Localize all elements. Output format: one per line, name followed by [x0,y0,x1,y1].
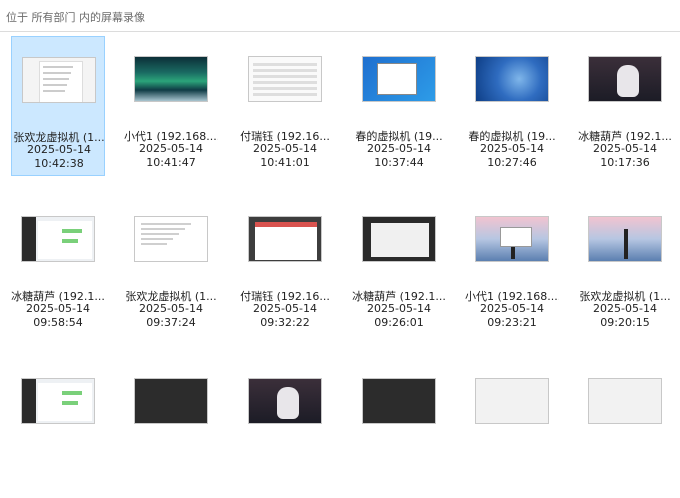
recording-item[interactable]: 付瑞钰 (192.16... 2025-05-14 09:32:22 [238,196,332,336]
video-thumbnail [21,216,95,262]
video-thumbnail [22,57,96,103]
recording-item[interactable]: 冰糖葫芦 (192.1... 2025-05-14 09:26:01 [352,196,446,336]
video-thumbnail [588,216,662,262]
recording-item[interactable]: 春的虚拟机 (19... 2025-05-14 10:37:44 [352,36,446,176]
recording-time: 10:41:47 [146,156,196,169]
recording-item[interactable]: 冰糖葫芦 (192.1... 2025-05-14 10:17:36 [578,36,672,176]
recording-item[interactable]: 张欢龙虚拟机 (1... 2025-05-14 10:42:38 [11,36,105,176]
recording-date: 2025-05-14 [367,302,431,315]
video-thumbnail [588,56,662,102]
recording-item[interactable] [578,358,672,498]
recording-date: 2025-05-14 [593,142,657,155]
recording-time: 09:32:22 [260,316,310,329]
video-thumbnail [362,216,436,262]
recording-time: 09:26:01 [374,316,424,329]
recording-date: 2025-05-14 [593,302,657,315]
recording-date: 2025-05-14 [253,302,317,315]
recording-date: 2025-05-14 [480,302,544,315]
recording-item[interactable] [352,358,446,498]
recording-date: 2025-05-14 [139,142,203,155]
video-thumbnail [134,216,208,262]
recording-item[interactable]: 小代1 (192.168.... 2025-05-14 10:41:47 [124,36,218,176]
recording-item[interactable]: 张欢龙虚拟机 (1... 2025-05-14 09:20:15 [578,196,672,336]
recording-item[interactable] [11,358,105,498]
video-thumbnail [248,216,322,262]
recording-time: 10:41:01 [260,156,310,169]
video-thumbnail [134,378,208,424]
video-thumbnail [248,56,322,102]
video-thumbnail [362,378,436,424]
recording-item[interactable]: 冰糖葫芦 (192.1... 2025-05-14 09:58:54 [11,196,105,336]
video-thumbnail [588,378,662,424]
recording-time: 09:58:54 [33,316,83,329]
recording-date: 2025-05-14 [480,142,544,155]
recording-date: 2025-05-14 [367,142,431,155]
recording-time: 10:37:44 [374,156,424,169]
recording-item[interactable]: 张欢龙虚拟机 (1... 2025-05-14 09:37:24 [124,196,218,336]
recording-date: 2025-05-14 [139,302,203,315]
video-thumbnail [362,56,436,102]
file-grid: 张欢龙虚拟机 (1... 2025-05-14 10:42:38 小代1 (192.1… [0,0,680,424]
video-thumbnail [248,378,322,424]
recording-time: 09:37:24 [146,316,196,329]
recording-time: 09:23:21 [487,316,537,329]
recording-time: 10:27:46 [487,156,537,169]
recording-item[interactable] [238,358,332,498]
recording-item[interactable] [124,358,218,498]
recording-item[interactable] [465,358,559,498]
video-thumbnail [475,56,549,102]
recording-date: 2025-05-14 [27,143,91,156]
recording-time: 10:17:36 [600,156,650,169]
recording-time: 09:20:15 [600,316,650,329]
video-thumbnail [21,378,95,424]
video-thumbnail [134,56,208,102]
video-thumbnail [475,378,549,424]
recording-date: 2025-05-14 [26,302,90,315]
recording-item[interactable]: 小代1 (192.168.... 2025-05-14 09:23:21 [465,196,559,336]
recording-item[interactable]: 春的虚拟机 (19... 2025-05-14 10:27:46 [465,36,559,176]
recording-item[interactable]: 付瑞钰 (192.16... 2025-05-14 10:41:01 [238,36,332,176]
recording-date: 2025-05-14 [253,142,317,155]
recording-time: 10:42:38 [34,157,84,170]
video-thumbnail [475,216,549,262]
